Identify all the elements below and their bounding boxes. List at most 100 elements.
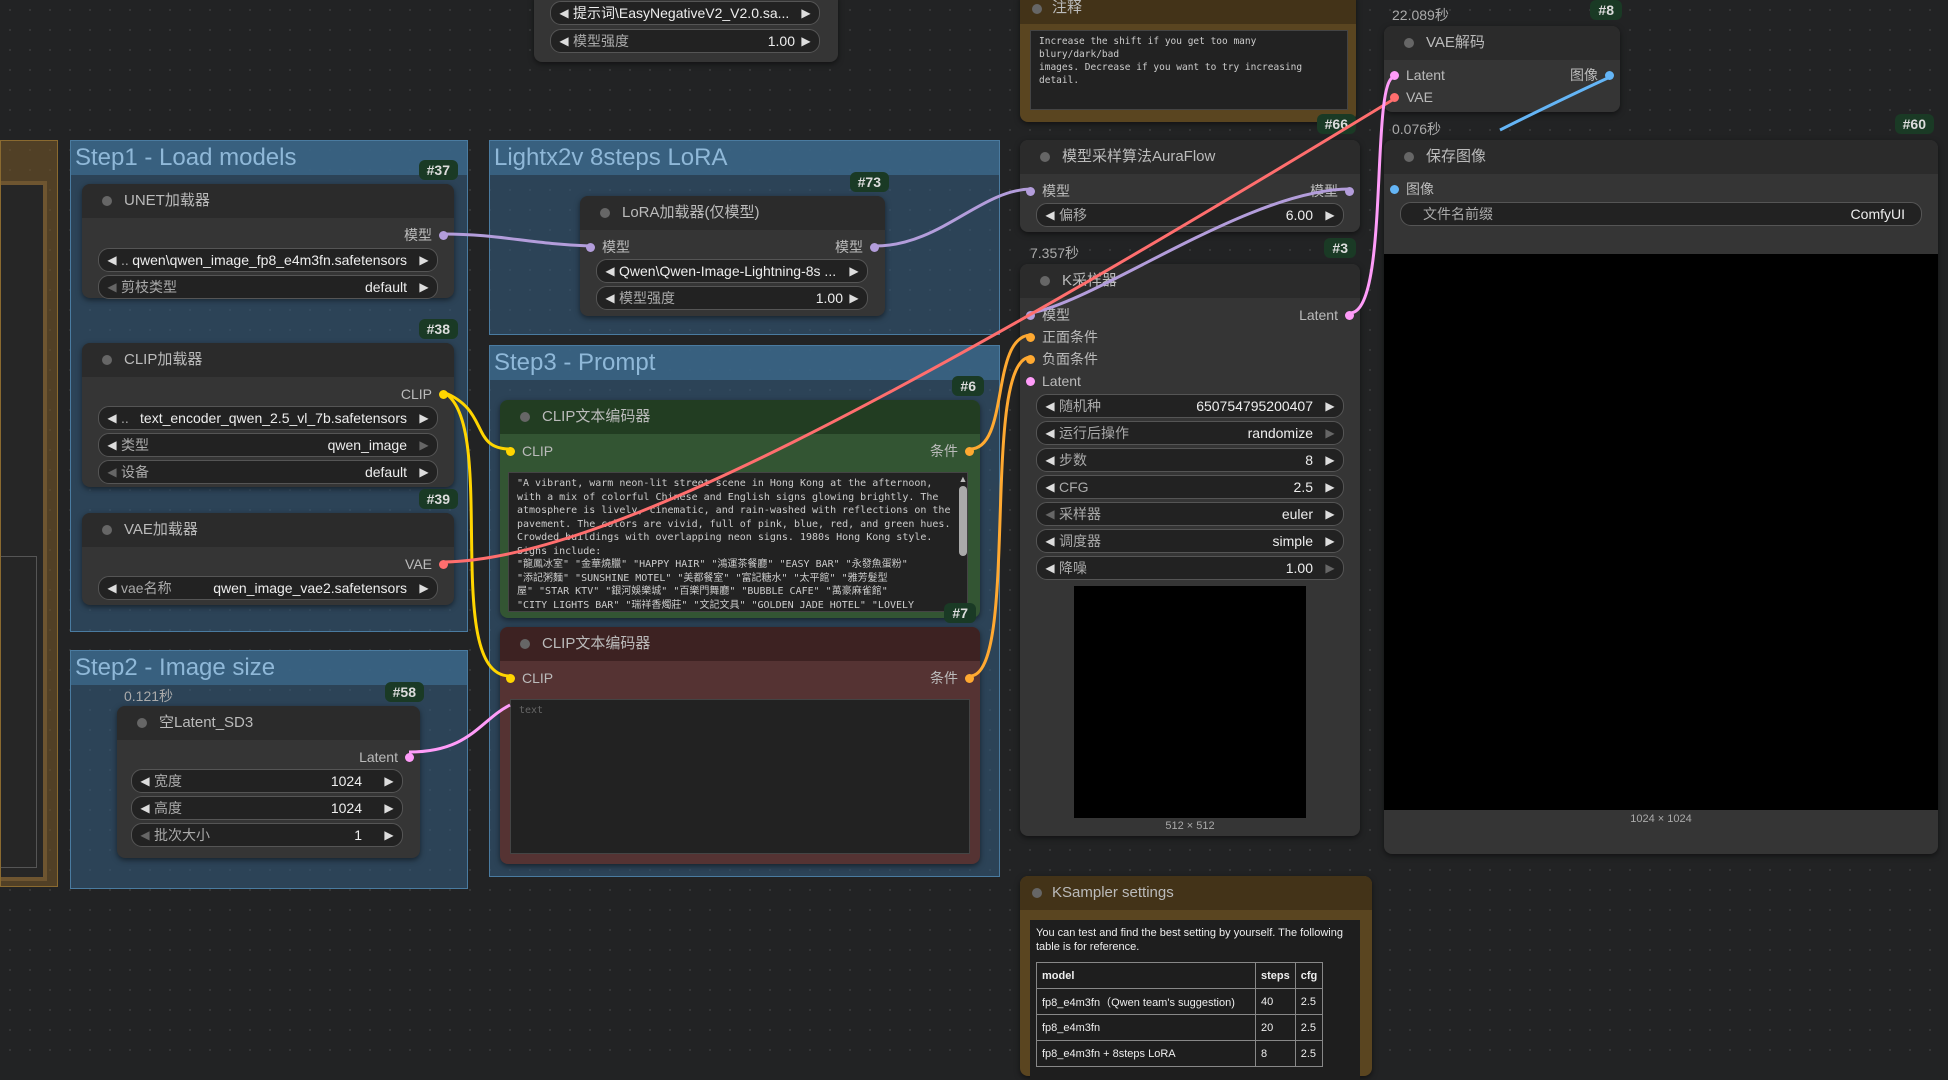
collapse-dot[interactable]: [1032, 888, 1042, 898]
output-clip[interactable]: CLIP: [401, 385, 432, 403]
cfg-widget[interactable]: ◀ CFG 2.5 ▶: [1036, 475, 1344, 499]
scheduler-widget[interactable]: ◀ 调度器 simple ▶: [1036, 529, 1344, 553]
output-latent-dot[interactable]: [1345, 311, 1354, 320]
input-vae[interactable]: VAE: [1406, 88, 1433, 106]
unet-dtype-widget[interactable]: ◀ 剪枝类型 default ▶: [98, 275, 438, 299]
output-vae[interactable]: VAE: [405, 555, 432, 573]
output-model[interactable]: 模型: [1310, 182, 1338, 200]
input-model[interactable]: 模型: [1042, 182, 1070, 200]
node-title[interactable]: 注释: [1020, 0, 1356, 24]
collapse-dot[interactable]: [1040, 276, 1050, 286]
collapse-dot[interactable]: [1032, 4, 1042, 14]
collapse-dot[interactable]: [520, 412, 530, 422]
input-clip-dot[interactable]: [506, 447, 515, 456]
vae-decode-node[interactable]: VAE解码 Latent VAE 图像 #8: [1384, 0, 1622, 112]
node-title[interactable]: K采样器: [1020, 264, 1360, 298]
output-image-dot[interactable]: [1605, 71, 1614, 80]
input-latent[interactable]: Latent: [1406, 66, 1445, 84]
node-title[interactable]: 保存图像: [1384, 140, 1938, 174]
shift-widget[interactable]: ◀ 偏移 6.00 ▶: [1036, 203, 1344, 227]
node-title[interactable]: CLIP文本编码器: [500, 627, 980, 661]
unet-loader-node[interactable]: UNET加载器 模型 ◀.. qwen\qwen_image_fp8_e4m3f…: [82, 160, 458, 299]
collapse-dot[interactable]: [102, 196, 112, 206]
lora-name-widget[interactable]: ◀ 提示词\EasyNegativeV2_V2.0.sa... ▶: [550, 1, 820, 25]
input-model-dot[interactable]: [1026, 187, 1035, 196]
node-title[interactable]: 模型采样算法AuraFlow: [1020, 140, 1360, 174]
vae-name-widget[interactable]: ◀ vae名称 qwen_image_vae2.safetensors ▶: [98, 576, 438, 600]
input-model[interactable]: 模型: [602, 238, 630, 256]
output-model-dot[interactable]: [439, 231, 448, 240]
output-vae-dot[interactable]: [439, 560, 448, 569]
collapse-dot[interactable]: [1404, 152, 1414, 162]
height-widget[interactable]: ◀ 高度 1024 ▶: [131, 796, 403, 820]
node-title[interactable]: VAE加载器: [82, 513, 454, 547]
seed-widget[interactable]: ◀ 随机种 650754795200407 ▶: [1036, 394, 1344, 418]
clip-type-widget[interactable]: ◀ 类型 qwen_image ▶: [98, 433, 438, 457]
collapse-dot[interactable]: [600, 208, 610, 218]
input-negative[interactable]: 负面条件: [1042, 350, 1098, 368]
clip-file-widget[interactable]: ◀.. text_encoder_qwen_2.5_vl_7b.safetens…: [98, 406, 438, 430]
output-model[interactable]: 模型: [404, 226, 432, 244]
empty-latent-node[interactable]: 空Latent_SD3 Latent ◀ 宽度 1024 ▶ ◀ 高度 1024 ▶ ◀…: [117, 682, 424, 858]
collapse-dot[interactable]: [1404, 38, 1414, 48]
unet-file-widget[interactable]: ◀.. qwen\qwen_image_fp8_e4m3fn.safetenso…: [98, 248, 438, 272]
sampler-widget[interactable]: ◀ 采样器 euler ▶: [1036, 502, 1344, 526]
input-model-dot[interactable]: [586, 243, 595, 252]
input-latent[interactable]: Latent: [1042, 372, 1081, 390]
output-latent-dot[interactable]: [405, 753, 414, 762]
textarea-scrollbar[interactable]: ▲ ▼: [958, 474, 968, 612]
clip-loader-node[interactable]: CLIP加载器 CLIP ◀.. text_encoder_qwen_2.5_v…: [82, 319, 458, 487]
collapse-dot[interactable]: [102, 355, 112, 365]
input-image[interactable]: 图像: [1406, 180, 1434, 198]
output-image[interactable]: 图像: [1570, 66, 1598, 84]
output-model-dot[interactable]: [870, 243, 879, 252]
input-image-dot[interactable]: [1390, 185, 1399, 194]
input-negative-dot[interactable]: [1026, 355, 1035, 364]
output-latent[interactable]: Latent: [359, 748, 398, 766]
clip-device-widget[interactable]: ◀ 设备 default ▶: [98, 460, 438, 484]
output-conditioning[interactable]: 条件: [930, 669, 958, 687]
node-title[interactable]: KSampler settings: [1020, 876, 1372, 910]
width-widget[interactable]: ◀ 宽度 1024 ▶: [131, 769, 403, 793]
node-title[interactable]: CLIP文本编码器: [500, 400, 980, 434]
collapse-dot[interactable]: [137, 718, 147, 728]
vae-loader-node[interactable]: VAE加载器 VAE ◀ vae名称 qwen_image_vae2.safete…: [82, 489, 458, 605]
output-conditioning-dot[interactable]: [965, 674, 974, 683]
output-conditioning[interactable]: 条件: [930, 442, 958, 460]
lora-file-widget[interactable]: ◀ Qwen\Qwen-Image-Lightning-8s ... ▶: [596, 259, 868, 283]
input-vae-dot[interactable]: [1390, 93, 1399, 102]
model-sampling-auraflow-node[interactable]: 模型采样算法AuraFlow 模型 模型 ◀ 偏移 6.00 ▶ #66: [1020, 114, 1360, 232]
note-textarea[interactable]: Increase the shift if you get too many b…: [1030, 30, 1348, 110]
denoise-widget[interactable]: ◀ 降噪 1.00 ▶: [1036, 556, 1344, 580]
input-latent-dot[interactable]: [1390, 71, 1399, 80]
top-lora-fragment-node[interactable]: ◀ 提示词\EasyNegativeV2_V2.0.sa... ▶ ◀ 模型强度…: [534, 0, 838, 62]
control-after-generate-widget[interactable]: ◀ 运行后操作 randomize ▶: [1036, 421, 1344, 445]
note-node[interactable]: 注释 Increase the shift if you get too man…: [1020, 0, 1356, 122]
collapse-dot[interactable]: [102, 525, 112, 535]
input-clip[interactable]: CLIP: [522, 442, 553, 460]
input-latent-dot[interactable]: [1026, 377, 1035, 386]
lora-loader-node[interactable]: LoRA加载器(仅模型) 模型 模型 ◀ Qwen\Qwen-Image-Ligh…: [580, 172, 889, 316]
output-model[interactable]: 模型: [835, 238, 863, 256]
clip-text-encode-negative-node[interactable]: CLIP文本编码器 CLIP 条件 text #7: [500, 603, 980, 864]
node-title[interactable]: UNET加载器: [82, 184, 454, 218]
steps-widget[interactable]: ◀ 步数 8 ▶: [1036, 448, 1344, 472]
input-model[interactable]: 模型: [1042, 306, 1070, 324]
node-title[interactable]: 空Latent_SD3: [117, 706, 420, 740]
strength-widget[interactable]: ◀ 模型强度 1.00 ▶: [550, 29, 820, 53]
input-positive-dot[interactable]: [1026, 333, 1035, 342]
input-positive[interactable]: 正面条件: [1042, 328, 1098, 346]
ksampler-settings-note[interactable]: KSampler settings You can test and find …: [1020, 876, 1372, 1080]
output-clip-dot[interactable]: [439, 390, 448, 399]
clip-text-encode-positive-node[interactable]: CLIP文本编码器 CLIP 条件 "A vibrant, warm neon-…: [500, 376, 984, 618]
ksampler-node[interactable]: K采样器 模型 Latent 正面条件 负面条件 Latent ◀ 随机种 650…: [1020, 238, 1360, 836]
lora-strength-widget[interactable]: ◀ 模型强度 1.00 ▶: [596, 286, 868, 310]
batch-size-widget[interactable]: ◀ 批次大小 1 ▶: [131, 823, 403, 847]
input-clip[interactable]: CLIP: [522, 669, 553, 687]
filename-prefix-widget[interactable]: 文件名前缀 ComfyUI: [1400, 202, 1922, 226]
node-title[interactable]: VAE解码: [1384, 26, 1620, 60]
prompt-textarea[interactable]: "A vibrant, warm neon-lit street scene i…: [508, 472, 968, 612]
node-title[interactable]: CLIP加载器: [82, 343, 454, 377]
node-title[interactable]: LoRA加载器(仅模型): [580, 196, 885, 230]
input-model-dot[interactable]: [1026, 311, 1035, 320]
